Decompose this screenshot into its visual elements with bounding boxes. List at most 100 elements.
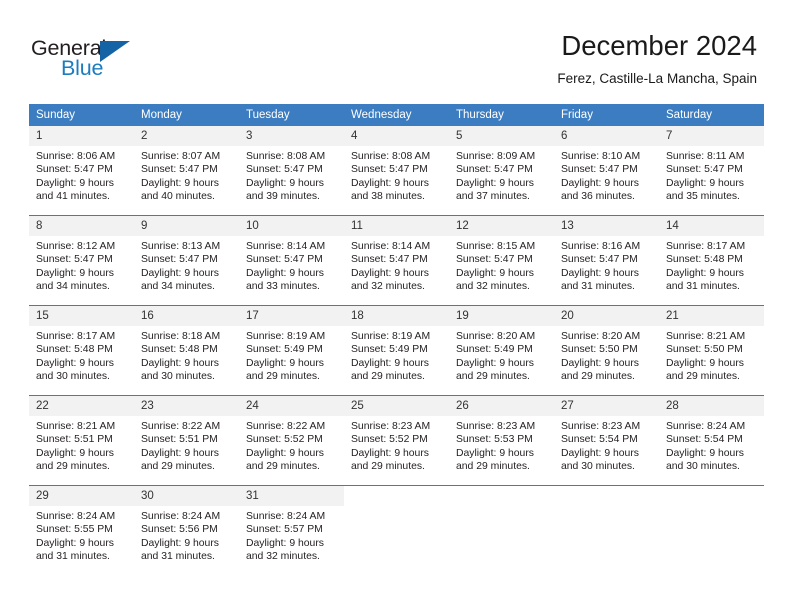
daylight-text-line2: and 36 minutes. — [561, 191, 635, 203]
day-number: 29 — [29, 486, 134, 506]
daylight-text-line1: Daylight: 9 hours — [246, 447, 324, 459]
sunset-text: Sunset: 5:47 PM — [561, 164, 638, 176]
sunset-text: Sunset: 5:49 PM — [351, 344, 428, 356]
sunset-text: Sunset: 5:51 PM — [141, 434, 218, 446]
sunset-text: Sunset: 5:47 PM — [561, 254, 638, 266]
daylight-text-line2: and 29 minutes. — [246, 371, 320, 383]
day-number: 2 — [134, 126, 239, 146]
day-details: Sunrise: 8:14 AM Sunset: 5:47 PM Dayligh… — [239, 236, 344, 294]
sunrise-text: Sunrise: 8:24 AM — [666, 421, 746, 432]
daylight-text-line2: and 39 minutes. — [246, 191, 320, 203]
page-subtitle-location: Ferez, Castille-La Mancha, Spain — [557, 71, 757, 86]
sunset-text: Sunset: 5:50 PM — [666, 344, 743, 356]
day-cell[interactable]: 23 Sunrise: 8:22 AM Sunset: 5:51 PM Dayl… — [134, 395, 239, 486]
sunset-text: Sunset: 5:48 PM — [141, 344, 218, 356]
day-cell[interactable]: 24 Sunrise: 8:22 AM Sunset: 5:52 PM Dayl… — [239, 395, 344, 486]
day-number: 10 — [239, 216, 344, 236]
day-details: Sunrise: 8:21 AM Sunset: 5:50 PM Dayligh… — [659, 326, 764, 384]
sunrise-text: Sunrise: 8:21 AM — [36, 421, 116, 432]
day-cell[interactable]: 6 Sunrise: 8:10 AM Sunset: 5:47 PM Dayli… — [554, 126, 659, 216]
day-cell-empty — [659, 485, 764, 575]
sunrise-text: Sunrise: 8:20 AM — [456, 331, 536, 342]
sunrise-text: Sunrise: 8:07 AM — [141, 151, 221, 162]
day-number: 19 — [449, 306, 554, 326]
day-details: Sunrise: 8:21 AM Sunset: 5:51 PM Dayligh… — [29, 416, 134, 474]
daylight-text-line1: Daylight: 9 hours — [246, 177, 324, 189]
daylight-text-line2: and 30 minutes. — [561, 461, 635, 473]
day-cell[interactable]: 5 Sunrise: 8:09 AM Sunset: 5:47 PM Dayli… — [449, 126, 554, 216]
day-cell[interactable]: 29 Sunrise: 8:24 AM Sunset: 5:55 PM Dayl… — [29, 485, 134, 575]
daylight-text-line2: and 40 minutes. — [141, 191, 215, 203]
sunrise-text: Sunrise: 8:16 AM — [561, 241, 641, 252]
day-cell[interactable]: 30 Sunrise: 8:24 AM Sunset: 5:56 PM Dayl… — [134, 485, 239, 575]
daylight-text-line2: and 29 minutes. — [246, 461, 320, 473]
sunset-text: Sunset: 5:47 PM — [141, 164, 218, 176]
day-cell[interactable]: 26 Sunrise: 8:23 AM Sunset: 5:53 PM Dayl… — [449, 395, 554, 486]
day-cell[interactable]: 15 Sunrise: 8:17 AM Sunset: 5:48 PM Dayl… — [29, 305, 134, 396]
weekday-header-tuesday: Tuesday — [239, 104, 344, 126]
daylight-text-line2: and 34 minutes. — [141, 281, 215, 293]
day-details: Sunrise: 8:12 AM Sunset: 5:47 PM Dayligh… — [29, 236, 134, 294]
day-cell[interactable]: 8 Sunrise: 8:12 AM Sunset: 5:47 PM Dayli… — [29, 215, 134, 306]
week-row: 22 Sunrise: 8:21 AM Sunset: 5:51 PM Dayl… — [29, 395, 764, 486]
daylight-text-line1: Daylight: 9 hours — [36, 447, 114, 459]
logo-triangle-icon — [100, 41, 130, 62]
day-cell[interactable]: 19 Sunrise: 8:20 AM Sunset: 5:49 PM Dayl… — [449, 305, 554, 396]
sunrise-text: Sunrise: 8:24 AM — [36, 511, 116, 522]
day-details: Sunrise: 8:20 AM Sunset: 5:50 PM Dayligh… — [554, 326, 659, 384]
day-cell[interactable]: 1 Sunrise: 8:06 AM Sunset: 5:47 PM Dayli… — [29, 126, 134, 216]
daylight-text-line1: Daylight: 9 hours — [246, 357, 324, 369]
day-cell[interactable]: 17 Sunrise: 8:19 AM Sunset: 5:49 PM Dayl… — [239, 305, 344, 396]
day-cell[interactable]: 20 Sunrise: 8:20 AM Sunset: 5:50 PM Dayl… — [554, 305, 659, 396]
day-cell[interactable]: 25 Sunrise: 8:23 AM Sunset: 5:52 PM Dayl… — [344, 395, 449, 486]
sunrise-text: Sunrise: 8:18 AM — [141, 331, 221, 342]
sunrise-text: Sunrise: 8:11 AM — [666, 151, 745, 162]
day-number: 27 — [554, 396, 659, 416]
sunset-text: Sunset: 5:51 PM — [36, 434, 113, 446]
day-cell[interactable]: 10 Sunrise: 8:14 AM Sunset: 5:47 PM Dayl… — [239, 215, 344, 306]
day-cell[interactable]: 4 Sunrise: 8:08 AM Sunset: 5:47 PM Dayli… — [344, 126, 449, 216]
day-cell[interactable]: 2 Sunrise: 8:07 AM Sunset: 5:47 PM Dayli… — [134, 126, 239, 216]
day-details: Sunrise: 8:13 AM Sunset: 5:47 PM Dayligh… — [134, 236, 239, 294]
day-number — [344, 486, 449, 506]
day-cell[interactable]: 12 Sunrise: 8:15 AM Sunset: 5:47 PM Dayl… — [449, 215, 554, 306]
general-blue-logo[interactable]: General Blue — [31, 36, 181, 86]
day-cell-empty — [554, 485, 659, 575]
daylight-text-line2: and 33 minutes. — [246, 281, 320, 293]
sunset-text: Sunset: 5:52 PM — [351, 434, 428, 446]
page-header: General Blue December 2024 Ferez, Castil… — [0, 0, 792, 104]
day-details: Sunrise: 8:08 AM Sunset: 5:47 PM Dayligh… — [239, 146, 344, 204]
daylight-text-line2: and 37 minutes. — [456, 191, 530, 203]
sunrise-text: Sunrise: 8:08 AM — [351, 151, 431, 162]
day-cell[interactable]: 9 Sunrise: 8:13 AM Sunset: 5:47 PM Dayli… — [134, 215, 239, 306]
day-details: Sunrise: 8:11 AM Sunset: 5:47 PM Dayligh… — [659, 146, 764, 204]
day-cell[interactable]: 3 Sunrise: 8:08 AM Sunset: 5:47 PM Dayli… — [239, 126, 344, 216]
sunrise-text: Sunrise: 8:13 AM — [141, 241, 221, 252]
day-cell[interactable]: 7 Sunrise: 8:11 AM Sunset: 5:47 PM Dayli… — [659, 126, 764, 216]
sunset-text: Sunset: 5:52 PM — [246, 434, 323, 446]
sunset-text: Sunset: 5:47 PM — [351, 254, 428, 266]
daylight-text-line2: and 32 minutes. — [246, 551, 320, 563]
day-details: Sunrise: 8:18 AM Sunset: 5:48 PM Dayligh… — [134, 326, 239, 384]
day-cell[interactable]: 11 Sunrise: 8:14 AM Sunset: 5:47 PM Dayl… — [344, 215, 449, 306]
daylight-text-line2: and 30 minutes. — [36, 371, 110, 383]
day-cell[interactable]: 22 Sunrise: 8:21 AM Sunset: 5:51 PM Dayl… — [29, 395, 134, 486]
day-cell[interactable]: 27 Sunrise: 8:23 AM Sunset: 5:54 PM Dayl… — [554, 395, 659, 486]
day-details: Sunrise: 8:08 AM Sunset: 5:47 PM Dayligh… — [344, 146, 449, 204]
day-details — [449, 506, 554, 510]
day-cell[interactable]: 16 Sunrise: 8:18 AM Sunset: 5:48 PM Dayl… — [134, 305, 239, 396]
day-cell[interactable]: 14 Sunrise: 8:17 AM Sunset: 5:48 PM Dayl… — [659, 215, 764, 306]
day-cell[interactable]: 31 Sunrise: 8:24 AM Sunset: 5:57 PM Dayl… — [239, 485, 344, 575]
daylight-text-line2: and 31 minutes. — [561, 281, 635, 293]
day-cell[interactable]: 28 Sunrise: 8:24 AM Sunset: 5:54 PM Dayl… — [659, 395, 764, 486]
day-cell[interactable]: 18 Sunrise: 8:19 AM Sunset: 5:49 PM Dayl… — [344, 305, 449, 396]
daylight-text-line2: and 32 minutes. — [351, 281, 425, 293]
daylight-text-line2: and 29 minutes. — [36, 461, 110, 473]
day-cell[interactable]: 21 Sunrise: 8:21 AM Sunset: 5:50 PM Dayl… — [659, 305, 764, 396]
sunset-text: Sunset: 5:54 PM — [666, 434, 743, 446]
day-number: 8 — [29, 216, 134, 236]
sunset-text: Sunset: 5:48 PM — [36, 344, 113, 356]
day-cell[interactable]: 13 Sunrise: 8:16 AM Sunset: 5:47 PM Dayl… — [554, 215, 659, 306]
daylight-text-line1: Daylight: 9 hours — [456, 177, 534, 189]
sunset-text: Sunset: 5:47 PM — [456, 254, 533, 266]
